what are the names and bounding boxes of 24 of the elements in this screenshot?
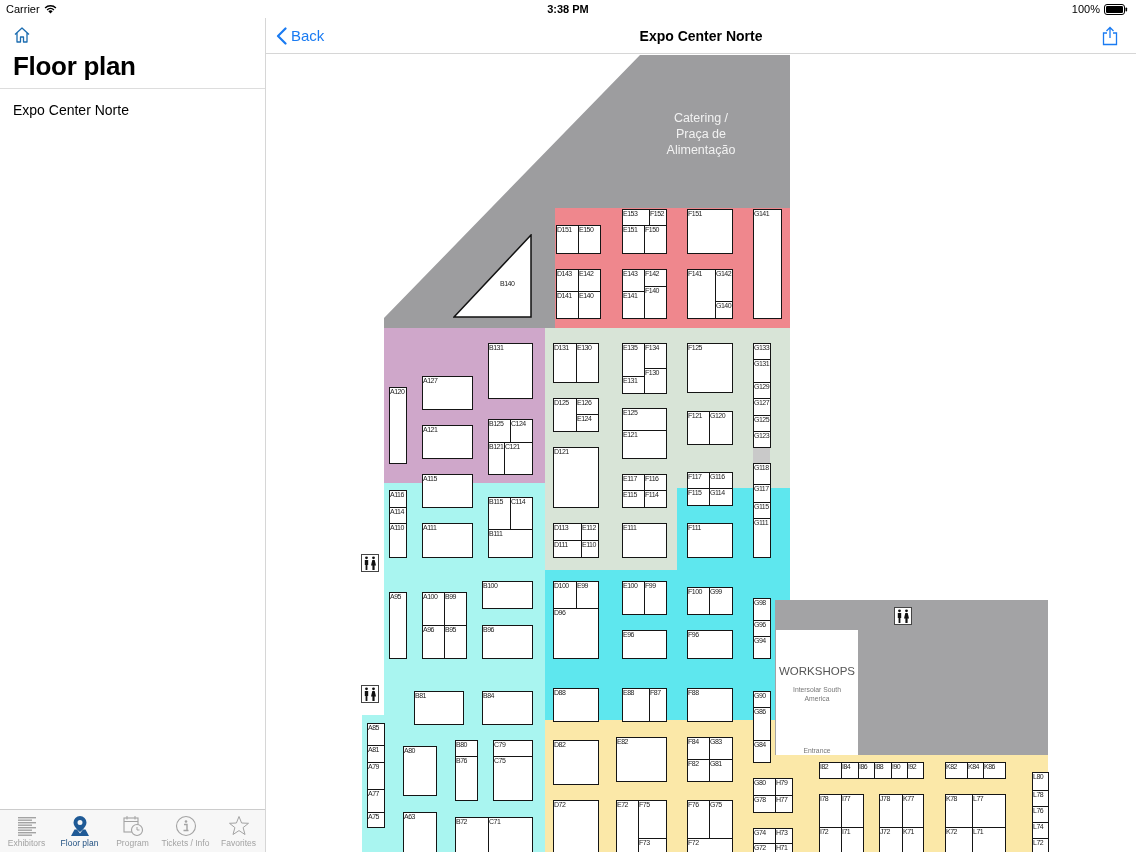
page-title: Floor plan (13, 51, 137, 82)
map-pin-icon (68, 814, 91, 837)
restroom-icon (894, 607, 912, 625)
nav-title: Expo Center Norte (639, 27, 763, 44)
star-icon (227, 814, 250, 837)
restroom-icon (361, 554, 379, 572)
carrier-label: Carrier (6, 3, 40, 15)
battery-icon (1104, 3, 1128, 15)
area-label: Catering / Praça de Alimentação (665, 110, 737, 158)
booth[interactable] (453, 234, 532, 318)
status-time: 3:38 PM (547, 3, 589, 15)
room-title: WORKSHOPS (778, 665, 855, 677)
list-icon (15, 814, 38, 837)
back-button[interactable]: Back (276, 26, 325, 45)
wifi-icon (43, 4, 57, 14)
home-icon[interactable] (13, 26, 31, 44)
tab[interactable]: Floor plan (53, 810, 106, 852)
battery-percent: 100% (1071, 3, 1100, 15)
share-icon[interactable] (1102, 25, 1118, 46)
restroom-icon (361, 685, 379, 703)
venue-list-item[interactable]: Expo Center Norte (0, 89, 265, 131)
info-icon (174, 814, 197, 837)
calendar-clock-icon (121, 814, 144, 837)
chevron-left-icon (276, 26, 287, 45)
